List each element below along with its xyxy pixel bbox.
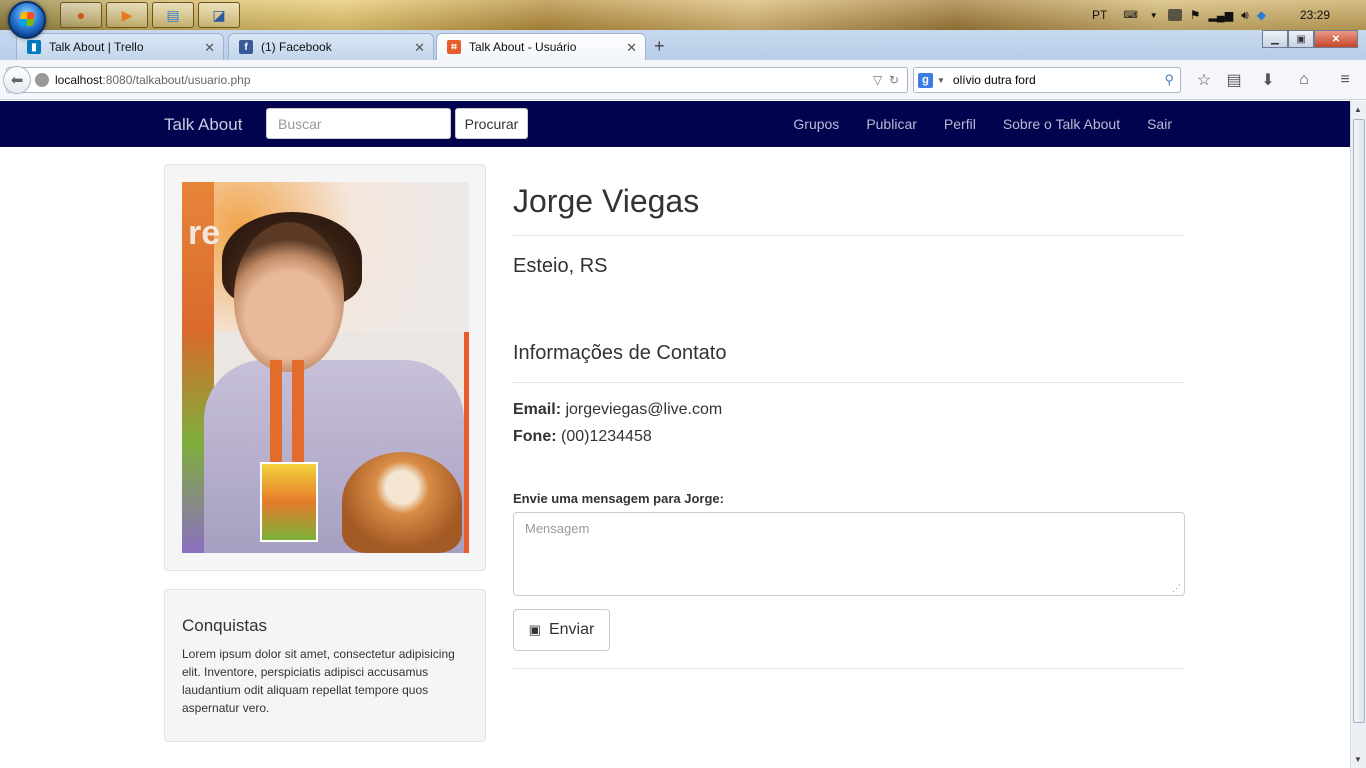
site-navbar: Talk About Procurar Grupos Publicar Perf… — [0, 101, 1350, 147]
tab-strip: ▮ Talk About | Trello ✕ f (1) Facebook ✕… — [0, 30, 1366, 60]
url-path: :8080/talkabout/usuario.php — [102, 73, 251, 87]
nav-link-sair[interactable]: Sair — [1147, 116, 1172, 132]
search-icon[interactable]: ⚲ — [1164, 72, 1174, 88]
phone-label: Fone: — [513, 428, 557, 445]
scroll-down-icon[interactable]: ▼ — [1354, 755, 1362, 764]
email-line: Email: jorgeviegas@live.com — [513, 401, 722, 419]
site-search-button[interactable]: Procurar — [455, 108, 528, 139]
volume-icon[interactable]: 🔊︎ — [1241, 8, 1249, 23]
tab-trello[interactable]: ▮ Talk About | Trello ✕ — [16, 33, 224, 60]
device-icon[interactable] — [1167, 9, 1182, 21]
chevron-down-icon[interactable]: ▼ — [1150, 11, 1158, 20]
tab-usuario[interactable]: ⌗ Talk About - Usuário ✕ — [436, 33, 646, 60]
achievements-text: Lorem ipsum dolor sit amet, consectetur … — [182, 647, 455, 715]
envelope-icon: ▣ — [528, 622, 541, 637]
resize-grip-icon[interactable]: ⋰ — [1172, 583, 1181, 594]
phone-line: Fone: (00)1234458 — [513, 428, 652, 446]
bookmark-star-icon[interactable]: ☆ — [1190, 68, 1218, 92]
achievements-card: Conquistas Lorem ipsum dolor sit amet, c… — [164, 589, 486, 742]
taskbar-app-button[interactable]: ◪ — [198, 2, 240, 28]
page-viewport: Talk About Procurar Grupos Publicar Perf… — [0, 101, 1350, 768]
windows-logo-icon — [19, 12, 35, 26]
tab-title: (1) Facebook — [261, 40, 332, 54]
taskbar-media-player-button[interactable]: ▶ — [106, 2, 148, 28]
profile-photo: re — [182, 182, 469, 553]
taskbar-firefox-button[interactable]: ● — [60, 2, 102, 28]
site-search-input[interactable] — [266, 108, 451, 139]
maximize-button[interactable]: ▣ — [1288, 30, 1314, 48]
divider — [513, 235, 1184, 236]
tab-title: Talk About | Trello — [49, 40, 144, 54]
clock[interactable]: 23:29 — [1300, 8, 1330, 22]
taskbar: ● ▶ ▤ ◪ PT ⌨ ▼ ⚑ ▂▄▆ 🔊︎ ◆ 23:29 — [0, 0, 1366, 39]
keyboard-icon[interactable]: ⌨ — [1123, 10, 1137, 21]
reading-list-icon[interactable]: ▤ — [1220, 68, 1248, 92]
contact-section-title: Informações de Contato — [513, 342, 727, 364]
email-value: jorgeviegas@live.com — [565, 401, 723, 418]
flag-icon[interactable]: ⚑ — [1190, 8, 1201, 22]
nav-link-publicar[interactable]: Publicar — [866, 116, 917, 132]
google-icon[interactable]: g — [918, 72, 933, 88]
close-tab-icon[interactable]: ✕ — [414, 40, 425, 56]
download-icon[interactable]: ⬇ — [1254, 68, 1282, 92]
arrow-left-icon: ⬅ — [10, 72, 24, 89]
minimize-button[interactable]: ▁ — [1262, 30, 1288, 48]
new-tab-button[interactable]: + — [654, 36, 665, 57]
chevron-down-icon[interactable]: ▼ — [937, 76, 945, 85]
page-scrollbar[interactable]: ▲ ▼ — [1350, 101, 1366, 768]
network-signal-icon[interactable]: ▂▄▆ — [1208, 9, 1233, 22]
scroll-thumb[interactable] — [1353, 119, 1365, 723]
close-tab-icon[interactable]: ✕ — [626, 40, 637, 56]
phone-value: (00)1234458 — [561, 428, 652, 445]
message-textarea[interactable] — [513, 512, 1185, 596]
nav-link-grupos[interactable]: Grupos — [793, 116, 839, 132]
notepad-icon: ▤ — [166, 6, 180, 23]
reload-icon[interactable]: ▽ ↻ — [873, 73, 899, 87]
profile-photo-card: re — [164, 164, 486, 571]
browser-search-value: olívio dutra ford — [952, 73, 1036, 87]
achievements-title: Conquistas — [182, 616, 268, 635]
message-label: Envie uma mensagem para Jorge: — [513, 491, 724, 506]
email-label: Email: — [513, 401, 562, 418]
send-button-label: Enviar — [548, 621, 595, 638]
scroll-up-icon[interactable]: ▲ — [1354, 105, 1362, 114]
profile-name: Jorge Viegas — [513, 183, 700, 219]
browser-search-bar[interactable]: g ▼ olívio dutra ford ⚲ — [913, 67, 1181, 93]
url-bar[interactable]: ⬅ localhost:8080/talkabout/usuario.php ▽… — [3, 66, 908, 94]
close-window-button[interactable]: ✕ — [1314, 30, 1358, 48]
system-tray: PT ⌨ ▼ ⚑ ▂▄▆ 🔊︎ ◆ 23:29 — [1092, 0, 1366, 30]
trello-icon: ▮ — [27, 40, 41, 54]
start-button[interactable] — [8, 1, 46, 39]
site-brand[interactable]: Talk About — [164, 115, 242, 135]
app-icon: ◪ — [212, 6, 226, 23]
media-player-icon: ▶ — [121, 6, 133, 23]
nav-link-sobre[interactable]: Sobre o Talk About — [1003, 116, 1120, 132]
site-nav-links: Grupos Publicar Perfil Sobre o Talk Abou… — [766, 116, 1172, 132]
firefox-icon: ● — [76, 7, 86, 23]
language-indicator[interactable]: PT — [1092, 8, 1107, 22]
divider — [513, 668, 1184, 669]
nav-link-perfil[interactable]: Perfil — [944, 116, 976, 132]
tab-facebook[interactable]: f (1) Facebook ✕ — [228, 33, 434, 60]
globe-icon — [35, 73, 49, 87]
profile-location: Esteio, RS — [513, 255, 608, 277]
menu-icon[interactable]: ≡ — [1331, 68, 1359, 92]
send-button[interactable]: ▣ Enviar — [513, 609, 610, 651]
window-controls: ▁ ▣ ✕ — [1262, 30, 1358, 48]
home-icon[interactable]: ⌂ — [1290, 68, 1318, 92]
back-button[interactable]: ⬅ — [3, 66, 31, 94]
url-host: localhost — [55, 73, 103, 87]
tab-title: Talk About - Usuário — [469, 40, 577, 54]
dropbox-icon[interactable]: ◆ — [1257, 8, 1266, 22]
close-tab-icon[interactable]: ✕ — [204, 40, 215, 56]
browser-navbar: ⬅ localhost:8080/talkabout/usuario.php ▽… — [0, 60, 1366, 100]
html-icon: ⌗ — [447, 40, 461, 54]
divider — [513, 382, 1184, 383]
facebook-icon: f — [239, 40, 253, 54]
taskbar-notepad-button[interactable]: ▤ — [152, 2, 194, 28]
